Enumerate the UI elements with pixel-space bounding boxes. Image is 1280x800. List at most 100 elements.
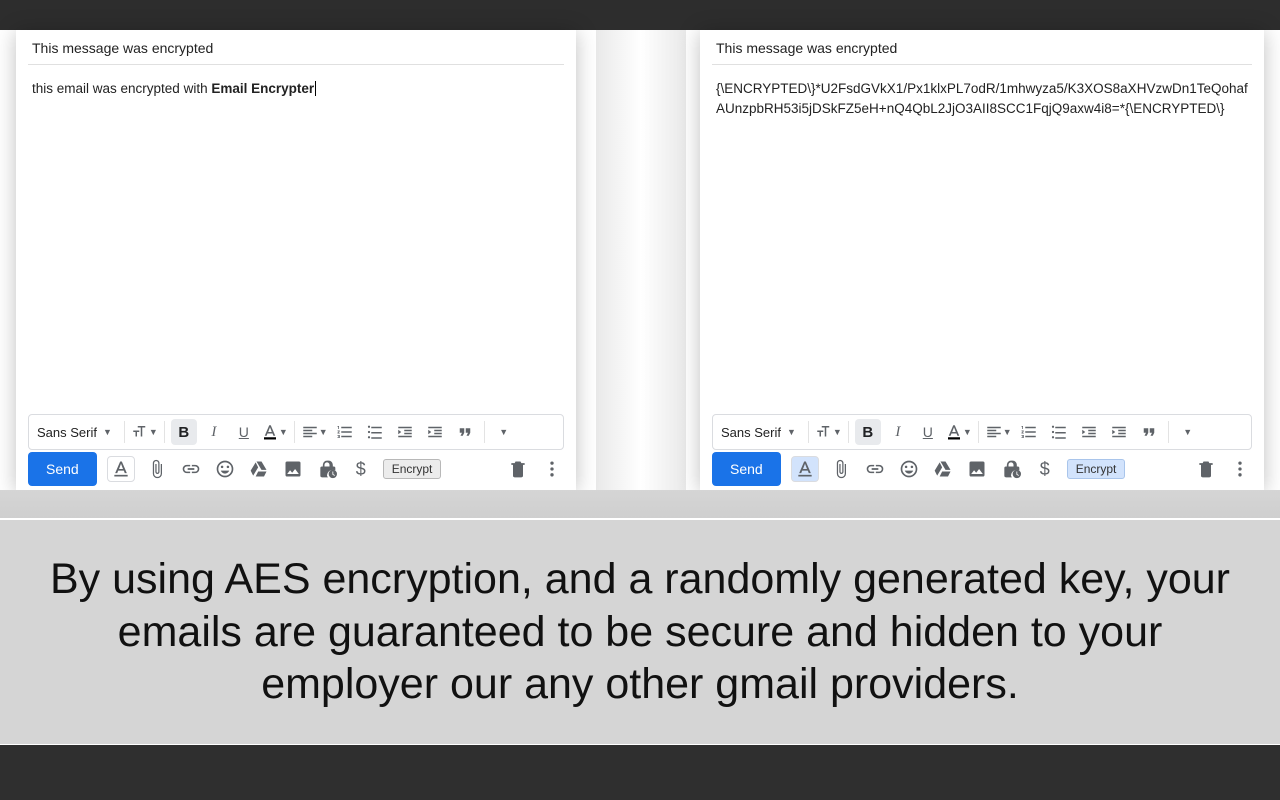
- kebab-icon: [1230, 459, 1250, 479]
- quote-icon: [456, 423, 474, 441]
- font-size-button[interactable]: ▼: [131, 419, 158, 445]
- bold-button[interactable]: B: [855, 419, 881, 445]
- bullet-list-icon: [1050, 423, 1068, 441]
- indent-less-button[interactable]: [392, 419, 418, 445]
- quote-button[interactable]: [452, 419, 478, 445]
- text-color-button[interactable]: ▼: [945, 419, 972, 445]
- chevron-down-icon: ▼: [1003, 427, 1012, 437]
- encrypt-button[interactable]: Encrypt: [1067, 459, 1126, 479]
- discard-button[interactable]: [1194, 457, 1218, 481]
- align-button[interactable]: ▼: [301, 419, 328, 445]
- link-icon: [181, 459, 201, 479]
- kebab-icon: [542, 459, 562, 479]
- quote-button[interactable]: [1136, 419, 1162, 445]
- formatting-toggle-button[interactable]: [791, 456, 819, 482]
- chevron-down-icon: ▼: [787, 427, 796, 437]
- separator: [978, 421, 979, 443]
- separator: [848, 421, 849, 443]
- more-formatting-button[interactable]: ▼: [491, 419, 517, 445]
- email-body[interactable]: {\ENCRYPTED\}*U2FsdGVkX1/Px1klxPL7odR/1m…: [700, 65, 1264, 132]
- attach-button[interactable]: [829, 457, 853, 481]
- font-family-select[interactable]: Sans Serif ▼: [35, 419, 118, 445]
- compose-action-bar: Send $ Encrypt: [712, 452, 1252, 486]
- align-button[interactable]: ▼: [985, 419, 1012, 445]
- bullet-list-icon: [366, 423, 384, 441]
- compose-pane-left: This message was encrypted this email wa…: [16, 30, 576, 490]
- discard-button[interactable]: [506, 457, 530, 481]
- insert-money-button[interactable]: $: [1033, 457, 1057, 481]
- subject-line[interactable]: This message was encrypted: [28, 30, 564, 65]
- email-body[interactable]: this email was encrypted with Email Encr…: [16, 65, 576, 113]
- emoji-icon: [215, 459, 235, 479]
- confidential-mode-button[interactable]: [999, 457, 1023, 481]
- numbered-list-icon: [336, 423, 354, 441]
- lock-clock-icon: [317, 459, 337, 479]
- italic-button[interactable]: I: [885, 419, 911, 445]
- font-family-select[interactable]: Sans Serif ▼: [719, 419, 802, 445]
- insert-emoji-button[interactable]: [897, 457, 921, 481]
- compose-action-bar: Send $ Encrypt: [28, 452, 564, 486]
- separator: [1168, 421, 1169, 443]
- insert-photo-button[interactable]: [281, 457, 305, 481]
- body-text-prefix: this email was encrypted with: [32, 81, 211, 96]
- marketing-section: By using AES encryption, and a randomly …: [0, 520, 1280, 744]
- photo-icon: [283, 459, 303, 479]
- insert-drive-button[interactable]: [247, 457, 271, 481]
- text-color-button[interactable]: ▼: [261, 419, 288, 445]
- insert-link-button[interactable]: [863, 457, 887, 481]
- more-options-button[interactable]: [1228, 457, 1252, 481]
- bullet-list-button[interactable]: [1046, 419, 1072, 445]
- send-button[interactable]: Send: [712, 452, 781, 486]
- indent-more-button[interactable]: [1106, 419, 1132, 445]
- text-format-icon: [795, 459, 815, 479]
- encrypt-button[interactable]: Encrypt: [383, 459, 442, 479]
- separator: [124, 421, 125, 443]
- italic-button[interactable]: I: [201, 419, 227, 445]
- chevron-down-icon: ▼: [499, 427, 508, 437]
- indent-more-button[interactable]: [422, 419, 448, 445]
- chevron-down-icon: ▼: [149, 427, 158, 437]
- font-family-label: Sans Serif: [37, 425, 97, 440]
- insert-photo-button[interactable]: [965, 457, 989, 481]
- separator: [294, 421, 295, 443]
- underline-button[interactable]: U: [915, 419, 941, 445]
- separator: [484, 421, 485, 443]
- chevron-down-icon: ▼: [1183, 427, 1192, 437]
- body-text-bold: Email Encrypter: [211, 81, 316, 96]
- photo-icon: [967, 459, 987, 479]
- trash-icon: [508, 459, 528, 479]
- more-options-button[interactable]: [540, 457, 564, 481]
- attach-button[interactable]: [145, 457, 169, 481]
- numbered-list-button[interactable]: [1016, 419, 1042, 445]
- indent-less-icon: [1080, 423, 1098, 441]
- insert-link-button[interactable]: [179, 457, 203, 481]
- indent-less-icon: [396, 423, 414, 441]
- confidential-mode-button[interactable]: [315, 457, 339, 481]
- chevron-down-icon: ▼: [279, 427, 288, 437]
- text-color-icon: [261, 423, 279, 441]
- paperclip-icon: [147, 459, 167, 479]
- send-button[interactable]: Send: [28, 452, 97, 486]
- indent-less-button[interactable]: [1076, 419, 1102, 445]
- font-size-icon: [815, 423, 833, 441]
- underline-button[interactable]: U: [231, 419, 257, 445]
- insert-money-button[interactable]: $: [349, 457, 373, 481]
- paperclip-icon: [831, 459, 851, 479]
- drive-icon: [933, 459, 953, 479]
- insert-emoji-button[interactable]: [213, 457, 237, 481]
- formatting-toggle-button[interactable]: [107, 456, 135, 482]
- font-size-button[interactable]: ▼: [815, 419, 842, 445]
- bold-button[interactable]: B: [171, 419, 197, 445]
- subject-line[interactable]: This message was encrypted: [712, 30, 1252, 65]
- trash-icon: [1196, 459, 1216, 479]
- numbered-list-button[interactable]: [332, 419, 358, 445]
- indent-more-icon: [426, 423, 444, 441]
- font-family-label: Sans Serif: [721, 425, 781, 440]
- bullet-list-button[interactable]: [362, 419, 388, 445]
- body-text-encrypted: {\ENCRYPTED\}*U2FsdGVkX1/Px1klxPL7odR/1m…: [716, 81, 1248, 116]
- insert-drive-button[interactable]: [931, 457, 955, 481]
- top-band: [0, 0, 1280, 30]
- mid-band: [0, 490, 1280, 518]
- link-icon: [865, 459, 885, 479]
- more-formatting-button[interactable]: ▼: [1175, 419, 1201, 445]
